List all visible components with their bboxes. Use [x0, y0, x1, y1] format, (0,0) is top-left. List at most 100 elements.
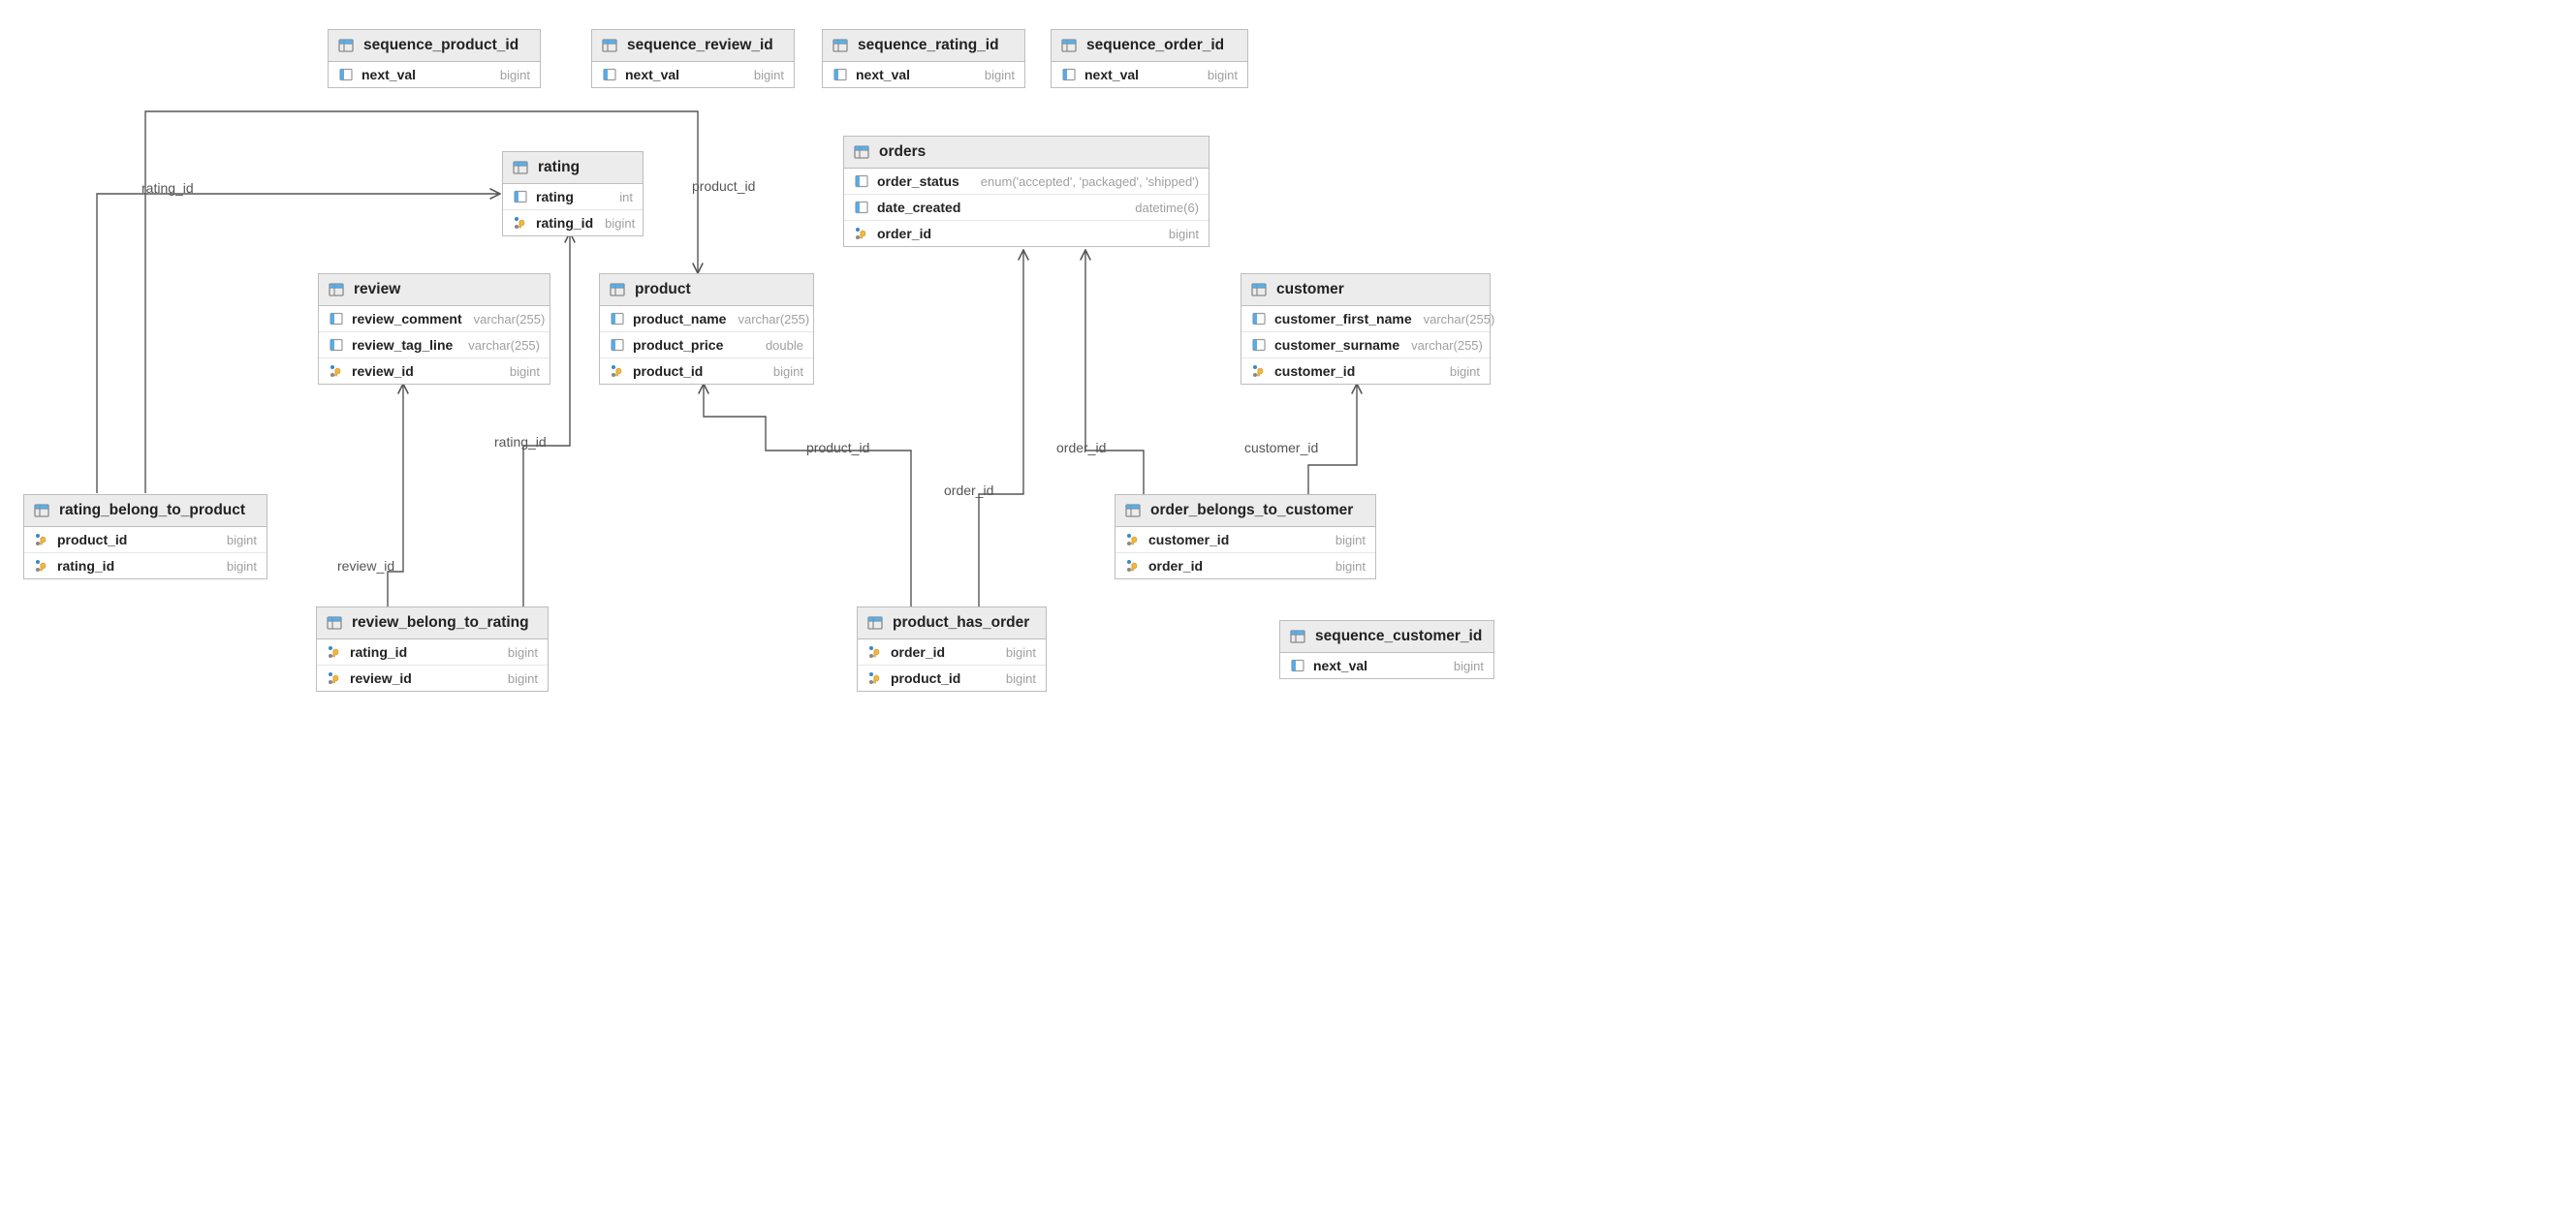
table-column[interactable]: product_idbigint	[858, 666, 1046, 691]
column-type: bigint	[1208, 68, 1238, 82]
column-type: varchar(255)	[1411, 338, 1483, 353]
table-column[interactable]: next_valbigint	[1280, 653, 1493, 678]
table-header[interactable]: rating	[503, 152, 643, 184]
foreign-key-icon	[327, 670, 342, 686]
table-title: review	[354, 281, 400, 298]
column-type: bigint	[1006, 671, 1036, 686]
table-column[interactable]: next_valbigint	[329, 62, 540, 87]
table-title: order_belongs_to_customer	[1150, 502, 1353, 519]
column-type: bigint	[985, 68, 1015, 82]
table-column[interactable]: product_name varchar(255)	[600, 306, 813, 332]
table-header[interactable]: sequence_customer_id	[1280, 621, 1493, 653]
table-columns: customer_idbigintorder_idbigint	[1115, 527, 1375, 578]
table-orders[interactable]: orders order_statusenum('accepted', 'pack…	[843, 136, 1209, 247]
table-column[interactable]: order_idbigint	[858, 639, 1046, 666]
table-title: sequence_product_id	[363, 37, 518, 54]
column-type: varchar(255)	[738, 312, 809, 327]
rel-label-product-id-2: product_id	[804, 440, 871, 455]
column-name: review_comment	[352, 311, 462, 327]
table-column[interactable]: customer_idbigint	[1115, 527, 1375, 553]
table-column[interactable]: date_createddatetime(6)	[844, 195, 1209, 221]
column-icon	[854, 173, 869, 189]
foreign-key-icon	[867, 670, 883, 686]
table-column[interactable]: review_idbigint	[319, 358, 550, 384]
column-name: rating	[536, 189, 574, 204]
table-column[interactable]: review_idbigint	[317, 666, 548, 691]
table-icon	[1061, 38, 1077, 53]
table-column[interactable]: product_idbigint	[600, 358, 813, 384]
table-column[interactable]: product_idbigint	[24, 527, 267, 553]
table-column[interactable]: product_pricedouble	[600, 332, 813, 358]
column-name: next_val	[625, 67, 679, 82]
table-sequence-rating-id[interactable]: sequence_rating_id next_val bigint	[822, 29, 1025, 88]
column-type: bigint	[754, 68, 784, 82]
table-sequence-customer-id[interactable]: sequence_customer_id next_valbigint	[1279, 620, 1494, 679]
table-icon	[1251, 282, 1267, 297]
table-header[interactable]: rating_belong_to_product	[24, 495, 267, 527]
table-header[interactable]: order_belongs_to_customer	[1115, 495, 1375, 527]
table-column[interactable]: next_val bigint	[592, 62, 794, 87]
table-column[interactable]: ratingint	[503, 184, 643, 210]
table-icon	[854, 144, 869, 160]
table-sequence-review-id[interactable]: sequence_review_id next_val bigint	[591, 29, 795, 88]
table-column[interactable]: customer_idbigint	[1241, 358, 1490, 384]
table-header[interactable]: review	[319, 274, 550, 306]
table-title: sequence_customer_id	[1315, 628, 1482, 645]
table-column[interactable]: rating_idbigint	[503, 210, 643, 235]
table-icon	[1125, 503, 1141, 518]
table-columns: next_val bigint	[592, 62, 794, 87]
column-type: bigint	[227, 533, 257, 547]
table-review[interactable]: review review_commentvarchar(255)review_t…	[318, 273, 550, 385]
column-name: product_name	[633, 311, 726, 327]
table-title: sequence_rating_id	[858, 37, 999, 54]
table-header[interactable]: product	[600, 274, 813, 306]
table-column[interactable]: order_idbigint	[1115, 553, 1375, 578]
foreign-key-icon	[34, 558, 49, 574]
table-sequence-order-id[interactable]: sequence_order_idnext_valbigint	[1051, 29, 1248, 88]
table-column[interactable]: review_tag_linevarchar(255)	[319, 332, 550, 358]
table-column[interactable]: next_val bigint	[823, 62, 1024, 87]
table-product-has-order[interactable]: product_has_orderorder_idbigintproduct_i…	[857, 606, 1047, 692]
table-header[interactable]: sequence_product_id	[329, 30, 540, 62]
table-column[interactable]: review_commentvarchar(255)	[319, 306, 550, 332]
table-header[interactable]: sequence_review_id	[592, 30, 794, 62]
table-column[interactable]: next_valbigint	[1052, 62, 1247, 87]
table-header[interactable]: product_has_order	[858, 607, 1046, 639]
table-customer[interactable]: customercustomer_first_namevarchar(255)c…	[1241, 273, 1491, 385]
column-type: bigint	[227, 559, 257, 574]
rel-label-product-id: product_id	[690, 178, 757, 194]
table-order-belongs-to-customer[interactable]: order_belongs_to_customer customer_idbigi…	[1115, 494, 1376, 579]
table-rating[interactable]: ratingratingintrating_idbigint	[502, 151, 644, 236]
table-title: rating_belong_to_product	[59, 502, 245, 519]
column-type: bigint	[605, 216, 635, 231]
table-review-belong-to-rating[interactable]: review_belong_to_ratingrating_idbigintre…	[316, 606, 549, 692]
table-column[interactable]: order_statusenum('accepted', 'packaged',…	[844, 169, 1209, 195]
table-icon	[602, 38, 617, 53]
table-header[interactable]: sequence_rating_id	[823, 30, 1024, 62]
table-column[interactable]: rating_idbigint	[317, 639, 548, 666]
table-header[interactable]: sequence_order_id	[1052, 30, 1247, 62]
column-name: next_val	[856, 67, 910, 82]
column-icon	[854, 200, 869, 215]
table-title: sequence_review_id	[627, 37, 773, 54]
column-name: product_id	[633, 363, 703, 379]
table-sequence-product-id[interactable]: sequence_product_id next_valbigint	[328, 29, 541, 88]
table-header[interactable]: customer	[1241, 274, 1490, 306]
table-column[interactable]: customer_first_namevarchar(255)	[1241, 306, 1490, 332]
table-columns: product_idbigintrating_idbigint	[24, 527, 267, 578]
table-icon	[34, 503, 49, 518]
column-icon	[1290, 658, 1305, 673]
table-columns: next_valbigint	[329, 62, 540, 87]
table-column[interactable]: rating_idbigint	[24, 553, 267, 578]
table-columns: product_name varchar(255) product_pricedou…	[600, 306, 813, 384]
table-title: orders	[879, 143, 926, 161]
primary-key-icon	[329, 363, 344, 379]
column-name: customer_id	[1274, 363, 1355, 379]
table-rating-belong-to-product[interactable]: rating_belong_to_product product_idbigint…	[23, 494, 267, 579]
column-icon	[329, 311, 344, 327]
table-column[interactable]: order_idbigint	[844, 221, 1209, 246]
table-header[interactable]: review_belong_to_rating	[317, 607, 548, 639]
table-column[interactable]: customer_surnamevarchar(255)	[1241, 332, 1490, 358]
table-header[interactable]: orders	[844, 137, 1209, 169]
table-product[interactable]: product product_name varchar(255) product_p…	[599, 273, 814, 385]
